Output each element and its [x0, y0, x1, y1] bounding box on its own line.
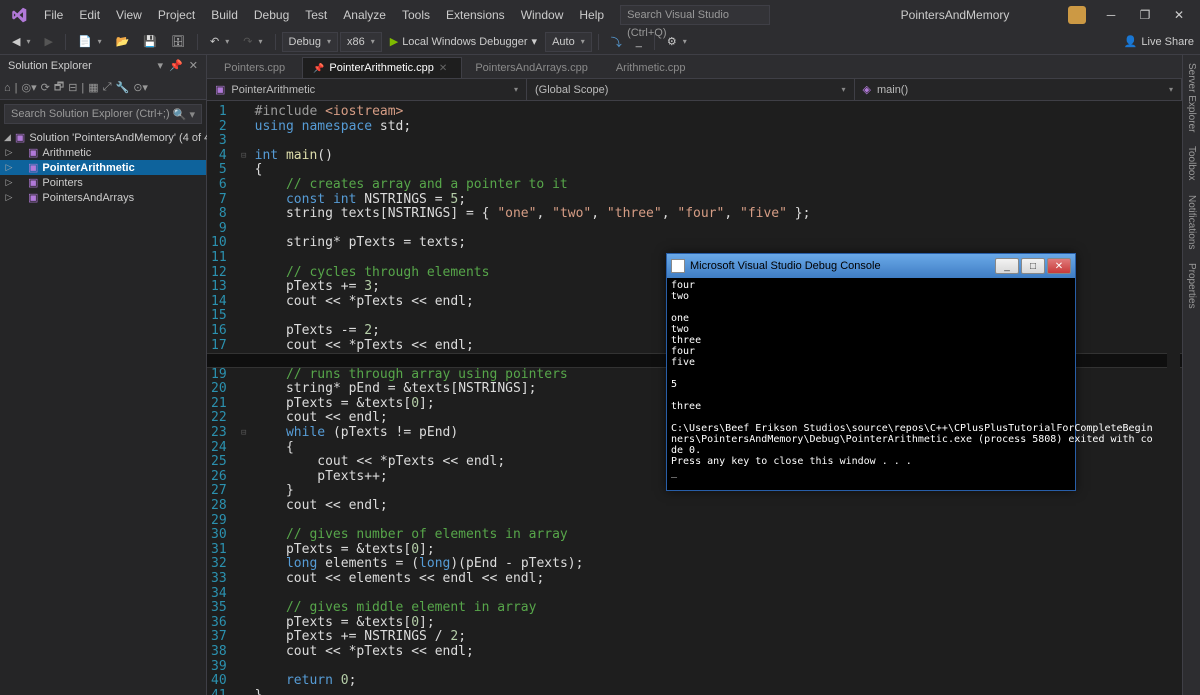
- solution-search-placeholder: Search Solution Explorer (Ctrl+;): [11, 108, 170, 120]
- solution-node[interactable]: ◢▣Solution 'PointersAndMemory' (4 of 4 p…: [0, 130, 206, 145]
- menu-debug[interactable]: Debug: [246, 4, 297, 26]
- sol-btn[interactable]: ⊟: [68, 81, 77, 94]
- debugger-label: Local Windows Debugger: [402, 36, 527, 48]
- wrench-icon[interactable]: 🔧: [116, 81, 130, 94]
- debug-console-window[interactable]: Microsoft Visual Studio Debug Console _ …: [666, 253, 1076, 491]
- console-close-button[interactable]: ✕: [1047, 258, 1071, 274]
- console-icon: [671, 259, 685, 273]
- menu-test[interactable]: Test: [297, 4, 335, 26]
- solution-search-input[interactable]: Search Solution Explorer (Ctrl+;)🔍 ▾: [4, 104, 202, 124]
- project-node-arithmetic[interactable]: ▷▣Arithmetic: [0, 145, 206, 160]
- tab-pointersandarrays-cpp[interactable]: PointersAndArrays.cpp: [464, 57, 603, 78]
- nav-scope-dropdown[interactable]: (Global Scope): [527, 79, 855, 100]
- search-input[interactable]: Search Visual Studio (Ctrl+Q): [620, 5, 770, 25]
- menu-view[interactable]: View: [108, 4, 150, 26]
- tab-pointers-cpp[interactable]: Pointers.cpp: [213, 57, 300, 78]
- panel-close-icon[interactable]: ✕: [189, 59, 198, 72]
- menu-build[interactable]: Build: [203, 4, 246, 26]
- live-share-label: Live Share: [1141, 36, 1194, 48]
- platform-dropdown[interactable]: x86: [340, 32, 382, 52]
- redo-button[interactable]: ↷: [237, 32, 268, 52]
- live-share-button[interactable]: 👤 Live Share: [1124, 35, 1194, 48]
- sol-refresh-icon[interactable]: ⟳: [41, 81, 50, 94]
- side-panel-toolbox[interactable]: Toolbox: [1186, 146, 1197, 180]
- sol-btn[interactable]: ⊙▾: [133, 81, 148, 94]
- sol-btn[interactable]: 🗗: [54, 78, 64, 97]
- config-dropdown[interactable]: Debug: [282, 32, 338, 52]
- nav-scope-label: (Global Scope): [535, 84, 608, 96]
- sol-btn[interactable]: ⤢: [103, 81, 112, 94]
- console-minimize-button[interactable]: _: [995, 258, 1019, 274]
- maximize-button[interactable]: ❐: [1130, 4, 1160, 26]
- sol-btn[interactable]: ▦: [88, 81, 98, 94]
- tab-close-icon[interactable]: ✕: [439, 63, 447, 74]
- process-dropdown[interactable]: ⚙: [661, 32, 693, 52]
- nav-back-button[interactable]: ◀: [6, 32, 36, 52]
- open-button[interactable]: 📂: [110, 32, 136, 52]
- minimize-button[interactable]: ─: [1096, 4, 1126, 26]
- console-maximize-button[interactable]: □: [1021, 258, 1045, 274]
- menu-tools[interactable]: Tools: [394, 4, 438, 26]
- nav-member-label: main(): [877, 84, 908, 96]
- pin-icon[interactable]: 📌: [169, 59, 183, 72]
- misc-button[interactable]: _: [630, 32, 648, 52]
- side-panel-notifications[interactable]: Notifications: [1186, 195, 1197, 249]
- side-panel-server-explorer[interactable]: Server Explorer: [1186, 63, 1197, 132]
- sol-btn[interactable]: ◎▾: [22, 81, 37, 94]
- step-button[interactable]: ⤵: [605, 32, 628, 52]
- menu-analyze[interactable]: Analyze: [335, 4, 394, 26]
- tab-pointerarithmetic-cpp[interactable]: 📌 PointerArithmetic.cpp ✕: [302, 57, 462, 78]
- close-button[interactable]: ✕: [1164, 4, 1194, 26]
- editor-scrollbar[interactable]: [1167, 158, 1180, 695]
- tab-label: Arithmetic.cpp: [616, 62, 686, 74]
- start-debug-button[interactable]: ▶Local Windows Debugger ▾: [384, 32, 543, 52]
- vs-logo-icon: [8, 4, 30, 26]
- tab-label: PointerArithmetic.cpp: [329, 62, 434, 74]
- save-all-button[interactable]: 🗄: [165, 32, 191, 52]
- new-button[interactable]: 📄: [72, 32, 108, 52]
- pin-icon: 📌: [313, 63, 324, 74]
- menu-help[interactable]: Help: [571, 4, 612, 26]
- undo-button[interactable]: ↶: [204, 32, 235, 52]
- panel-dropdown-icon[interactable]: ▾: [158, 59, 164, 72]
- project-node-pointers[interactable]: ▷▣Pointers: [0, 175, 206, 190]
- menu-project[interactable]: Project: [150, 4, 203, 26]
- tab-label: Pointers.cpp: [224, 62, 285, 74]
- project-node-pointersandarrays[interactable]: ▷▣PointersAndArrays: [0, 190, 206, 205]
- save-button[interactable]: 💾: [137, 32, 163, 52]
- menu-edit[interactable]: Edit: [71, 4, 108, 26]
- tab-arithmetic-cpp[interactable]: Arithmetic.cpp: [605, 57, 701, 78]
- nav-project-label: PointerArithmetic: [231, 84, 315, 96]
- nav-member-dropdown[interactable]: ◈main(): [855, 79, 1183, 100]
- console-title: Microsoft Visual Studio Debug Console: [690, 260, 881, 272]
- avatar[interactable]: [1068, 6, 1086, 24]
- side-panel-properties[interactable]: Properties: [1186, 263, 1197, 309]
- project-node-pointerarithmetic[interactable]: ▷▣PointerArithmetic: [0, 160, 206, 175]
- nav-fwd-button[interactable]: ▶: [38, 32, 58, 52]
- console-output: four two one two three four five 5 three…: [667, 278, 1075, 480]
- menu-extensions[interactable]: Extensions: [438, 4, 513, 26]
- tab-label: PointersAndArrays.cpp: [475, 62, 588, 74]
- menu-window[interactable]: Window: [513, 4, 572, 26]
- auto-dropdown[interactable]: Auto: [545, 32, 592, 52]
- nav-project-dropdown[interactable]: ▣PointerArithmetic: [207, 79, 527, 100]
- menu-file[interactable]: File: [36, 4, 71, 26]
- solution-explorer-title: Solution Explorer: [8, 60, 92, 72]
- home-icon[interactable]: ⌂: [4, 82, 11, 94]
